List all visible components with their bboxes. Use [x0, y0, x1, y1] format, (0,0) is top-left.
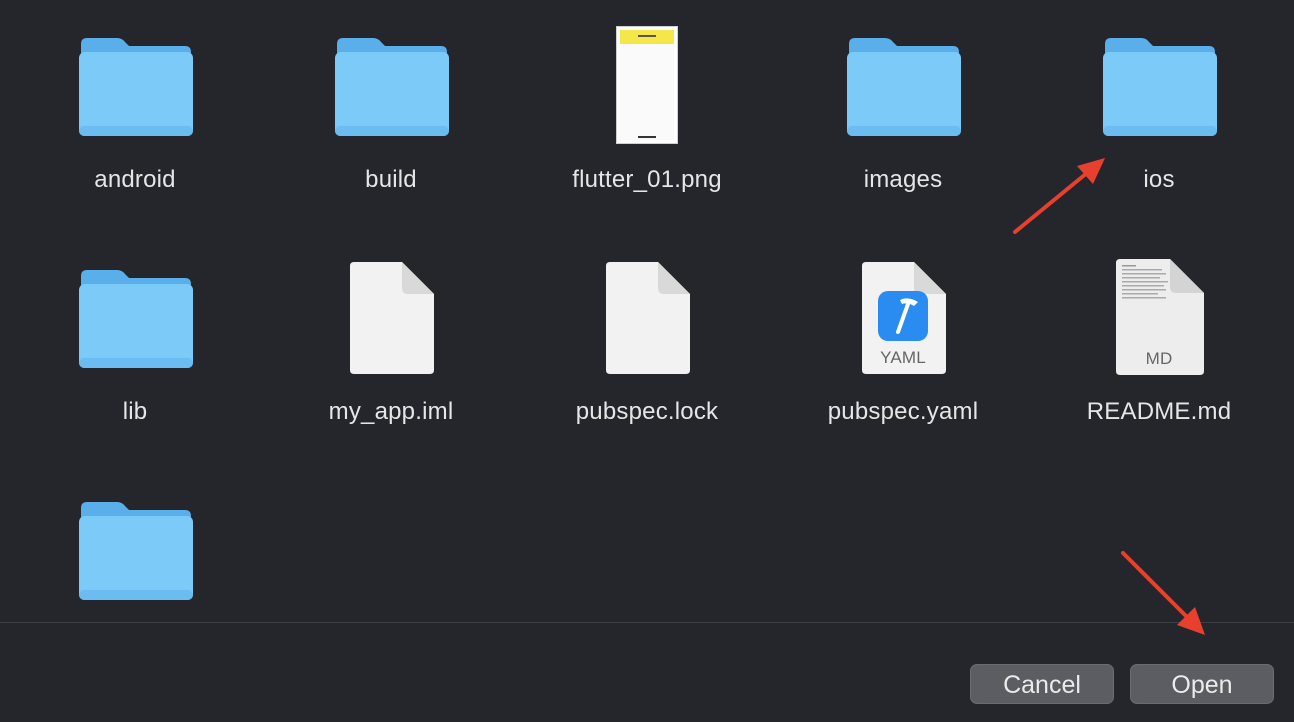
folder-icon — [1103, 38, 1217, 136]
image-thumbnail-icon — [616, 26, 678, 144]
file-name: images — [863, 166, 943, 193]
folder-icon — [79, 270, 193, 368]
cancel-button[interactable]: Cancel — [970, 664, 1114, 704]
file-item-lib[interactable]: lib — [25, 262, 245, 462]
file-item-folder[interactable] — [25, 494, 245, 622]
file-open-dialog: android build flutter_01.png images ios … — [0, 0, 1294, 722]
file-name: pubspec.lock — [575, 398, 719, 425]
open-button[interactable]: Open — [1130, 664, 1274, 704]
file-name: flutter_01.png — [572, 166, 722, 193]
file-name: my_app.iml — [328, 398, 454, 425]
file-item-build[interactable]: build — [281, 30, 501, 230]
folder-icon — [79, 38, 193, 136]
document-icon — [606, 262, 690, 374]
file-item-flutter-png[interactable]: flutter_01.png — [537, 26, 757, 226]
file-item-readme-md[interactable]: MD README.md — [1049, 257, 1269, 457]
file-item-images[interactable]: images — [793, 30, 1013, 230]
file-name: README.md — [1086, 398, 1232, 425]
file-item-my-app-iml[interactable]: my_app.iml — [281, 260, 501, 460]
file-name: ios — [1143, 166, 1175, 193]
document-icon — [350, 262, 434, 374]
file-name: build — [365, 166, 417, 193]
file-item-pubspec-lock[interactable]: pubspec.lock — [537, 260, 757, 460]
file-name: lib — [122, 398, 148, 425]
file-type-badge: MD — [1145, 349, 1173, 368]
folder-icon — [847, 38, 961, 136]
file-grid: android build flutter_01.png images ios … — [0, 0, 1294, 622]
file-item-pubspec-yaml[interactable]: YAML pubspec.yaml — [793, 260, 1013, 460]
folder-icon — [335, 38, 449, 136]
dialog-footer: Cancel Open — [0, 623, 1294, 722]
file-item-ios[interactable]: ios — [1049, 30, 1269, 230]
file-type-badge: YAML — [880, 348, 926, 367]
file-name: pubspec.yaml — [827, 398, 979, 425]
folder-icon — [79, 502, 193, 600]
file-name: android — [94, 166, 176, 193]
file-item-android[interactable]: android — [25, 30, 245, 230]
